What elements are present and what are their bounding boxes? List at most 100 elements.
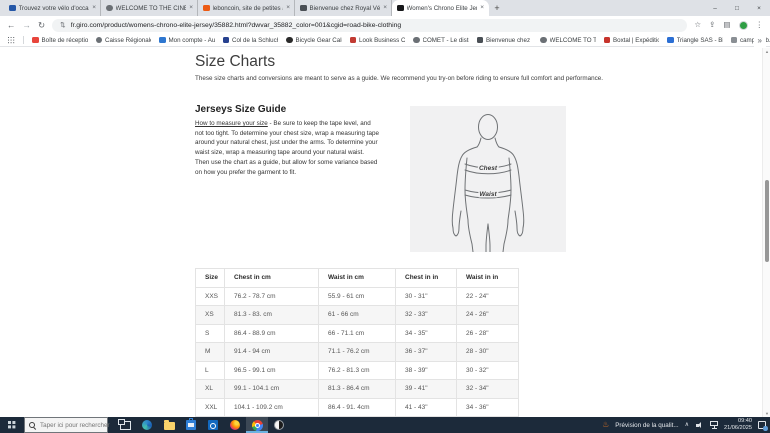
- browser-toolbar: ← → ↻ ⇅ fr.giro.com/product/womens-chron…: [0, 16, 770, 34]
- bookmark-item[interactable]: Bicycle Gear Calcula...: [286, 37, 342, 44]
- size-cell: XS: [196, 306, 225, 325]
- waist-in-cell: 28 - 30": [457, 343, 519, 362]
- new-tab-button[interactable]: +: [489, 0, 505, 16]
- bookmark-label: Bienvenue chez Roy...: [486, 37, 532, 44]
- forward-icon[interactable]: →: [23, 21, 32, 30]
- firefox-icon: [230, 420, 241, 431]
- tab-title: Women's Chrono Elite Jersey: [407, 5, 478, 12]
- tab-list: Trouvez votre vélo d'occasion d × WELCOM…: [4, 0, 489, 16]
- bookmark-favicon-icon: [350, 37, 357, 44]
- tray-chevron-icon[interactable]: ∧: [685, 422, 689, 428]
- scroll-up-icon[interactable]: ▲: [763, 49, 770, 54]
- table-header-cell: Chest in in: [396, 269, 457, 288]
- tab-title: Trouvez votre vélo d'occasion d: [19, 5, 90, 12]
- side-panel-icon[interactable]: ▤: [723, 21, 730, 29]
- window-minimize-button[interactable]: –: [704, 0, 726, 16]
- action-center-icon[interactable]: [758, 421, 766, 429]
- bookmark-item[interactable]: Boîte de réception -...: [32, 37, 88, 44]
- taskbar-icons: [114, 417, 290, 433]
- bookmark-item[interactable]: Boxtal | Expédition: [604, 37, 660, 44]
- search-input[interactable]: [40, 422, 110, 429]
- browser-tab[interactable]: WELCOME TO THE CINELLI B2B ×: [101, 0, 198, 16]
- bookmark-label: Bicycle Gear Calcula...: [296, 37, 342, 44]
- url-text[interactable]: fr.giro.com/product/womens-chrono-elite-…: [71, 22, 402, 29]
- firefox-button[interactable]: [224, 417, 246, 433]
- taskbar-clock[interactable]: 09:40 21/06/2025: [724, 418, 752, 432]
- bookmark-item[interactable]: WELCOME TO THE...: [540, 37, 596, 44]
- chest-in-cell: 32 - 33": [396, 306, 457, 325]
- waist-cm-cell: 61 - 66 cm: [319, 306, 396, 325]
- task-view-button[interactable]: [114, 417, 136, 433]
- chest-cm-cell: 104.1 - 109.2 cm: [225, 398, 319, 417]
- bookmark-label: Boîte de réception -...: [42, 37, 88, 44]
- tab-favicon-icon: [300, 5, 307, 12]
- bookmarks-divider: [23, 36, 24, 44]
- menu-dots-icon[interactable]: ⋮: [756, 21, 764, 29]
- tab-favicon-icon: [106, 5, 113, 12]
- window-maximize-button[interactable]: □: [726, 0, 748, 16]
- air-quality-icon[interactable]: ♨: [602, 421, 609, 429]
- bookmark-item[interactable]: Caisse Régionale Al...: [96, 37, 152, 44]
- table-header-row: SizeChest in cmWaist in cmChest in inWai…: [196, 269, 519, 288]
- waist-cm-cell: 86.4 - 91. 4cm: [319, 398, 396, 417]
- share-icon[interactable]: ⇪: [709, 21, 715, 29]
- bookmarks-bar: Boîte de réception -... Caisse Régionale…: [0, 34, 770, 47]
- bookmark-item[interactable]: Look Business Club...: [350, 37, 406, 44]
- browser-tab[interactable]: Bienvenue chez Royal Vélo Fra ×: [295, 0, 392, 16]
- bookmark-item[interactable]: Bienvenue chez Roy...: [477, 37, 533, 44]
- bookmark-item[interactable]: COMET - Le distribu...: [413, 37, 469, 44]
- store-button[interactable]: [180, 417, 202, 433]
- start-button[interactable]: [0, 417, 24, 433]
- edge-button[interactable]: [136, 417, 158, 433]
- taskbar-search[interactable]: [24, 417, 108, 433]
- address-bar[interactable]: ⇅ fr.giro.com/product/womens-chrono-elit…: [52, 19, 687, 32]
- edge-icon: [142, 420, 152, 430]
- tab-close-icon[interactable]: ×: [383, 5, 387, 12]
- theme-app-button[interactable]: [268, 417, 290, 433]
- tab-title: leboncoin, site de petites annon: [213, 5, 284, 12]
- profile-avatar[interactable]: [739, 21, 748, 30]
- tune-icon[interactable]: ⇅: [60, 21, 65, 29]
- browser-tab[interactable]: Trouvez votre vélo d'occasion d ×: [4, 0, 101, 16]
- apps-grid-icon[interactable]: [8, 37, 15, 44]
- bookmark-label: Triangle SAS - Bike...: [677, 37, 723, 44]
- window-close-button[interactable]: ×: [748, 0, 770, 16]
- bookmark-star-icon[interactable]: ☆: [694, 21, 701, 29]
- window-controls: – □ ×: [704, 0, 770, 16]
- file-explorer-button[interactable]: [158, 417, 180, 433]
- bookmark-item[interactable]: Mon compte - Auto...: [159, 37, 215, 44]
- windows-taskbar: ♨ Prévision de la qualit... ∧ 09:40 21/0…: [0, 417, 770, 433]
- bookmarks-overflow-icon[interactable]: »: [754, 34, 766, 47]
- volume-icon[interactable]: [695, 421, 704, 430]
- network-icon[interactable]: [710, 421, 718, 426]
- waist-in-cell: 34 - 36": [457, 398, 519, 417]
- size-cell: XL: [196, 380, 225, 399]
- reload-icon[interactable]: ↻: [38, 21, 45, 30]
- tab-close-icon[interactable]: ×: [286, 5, 290, 12]
- tab-favicon-icon: [9, 5, 16, 12]
- tab-close-icon[interactable]: ×: [92, 5, 96, 12]
- chest-in-cell: 34 - 35": [396, 324, 457, 343]
- back-icon[interactable]: ←: [7, 21, 16, 30]
- bookmark-favicon-icon: [32, 37, 39, 44]
- bookmark-favicon-icon: [477, 37, 484, 44]
- table-row: XXL 104.1 - 109.2 cm 86.4 - 91. 4cm 41 -…: [196, 398, 519, 417]
- bookmark-favicon-icon: [286, 37, 293, 44]
- how-to-measure-link[interactable]: How to measure your size: [195, 120, 268, 127]
- tab-favicon-icon: [397, 5, 404, 12]
- chrome-button[interactable]: [246, 417, 268, 433]
- browser-tab[interactable]: leboncoin, site de petites annon ×: [198, 0, 295, 16]
- page-scrollbar[interactable]: ▲ ▼: [762, 48, 770, 417]
- outlook-button[interactable]: [202, 417, 224, 433]
- system-tray: ♨ Prévision de la qualit... ∧ 09:40 21/0…: [602, 418, 770, 432]
- browser-tab[interactable]: Women's Chrono Elite Jersey ×: [392, 0, 489, 16]
- tray-widget-label[interactable]: Prévision de la qualit...: [615, 422, 678, 429]
- tab-close-icon[interactable]: ×: [189, 5, 193, 12]
- table-header-cell: Chest in cm: [225, 269, 319, 288]
- bookmark-item[interactable]: Col de la Schlucht d...: [223, 37, 279, 44]
- tab-close-icon[interactable]: ×: [480, 5, 484, 12]
- folder-icon: [164, 422, 175, 430]
- bookmark-item[interactable]: Triangle SAS - Bike...: [667, 37, 723, 44]
- scroll-down-icon[interactable]: ▼: [763, 411, 770, 416]
- scrollbar-thumb[interactable]: [765, 180, 770, 262]
